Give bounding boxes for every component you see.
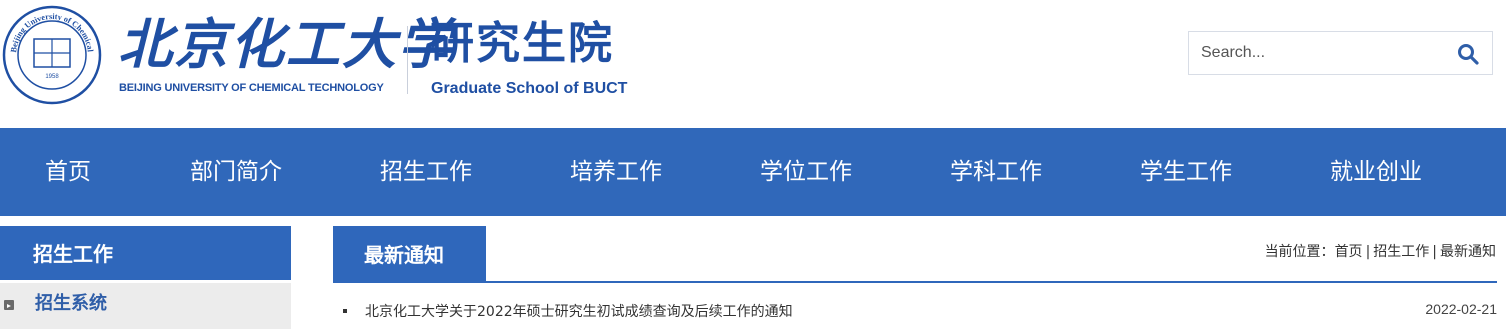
breadcrumb-prefix: 当前位置： [1264, 244, 1335, 260]
breadcrumb-separator: | [1365, 244, 1371, 260]
university-name-cn[interactable]: 北京化工大学 [118, 14, 454, 74]
search-icon [1458, 44, 1479, 65]
sidebar-item-admission-system[interactable]: 招生系统 [0, 283, 291, 329]
sidebar-title-text: 招生工作 [33, 242, 113, 266]
sidebar-title: 招生工作 [0, 226, 291, 280]
breadcrumb: 当前位置：首页 | 招生工作 | 最新通知 [1265, 241, 1496, 261]
search-box [1188, 31, 1493, 75]
search-button[interactable] [1456, 42, 1480, 66]
nav-item-degrees[interactable]: 学位工作 [760, 128, 852, 216]
nav-item-admissions[interactable]: 招生工作 [380, 128, 472, 216]
university-name-en: BEIJING UNIVERSITY OF CHEMICAL TECHNOLOG… [119, 82, 384, 94]
seal-year: 1958 [45, 74, 59, 80]
main-nav: 首页 部门简介 招生工作 培养工作 学位工作 学科工作 学生工作 就业创业 [0, 128, 1506, 216]
list-bullet-icon [343, 309, 347, 313]
section-tab: 最新通知 [333, 226, 486, 282]
nav-item-disciplines[interactable]: 学科工作 [950, 128, 1042, 216]
nav-item-training[interactable]: 培养工作 [570, 128, 662, 216]
section-divider [333, 281, 1497, 283]
brand-divider [407, 26, 408, 94]
nav-item-home[interactable]: 首页 [45, 128, 91, 216]
section-tab-label: 最新通知 [364, 243, 444, 267]
nav-item-students[interactable]: 学生工作 [1140, 128, 1232, 216]
university-seal-icon[interactable]: Beijing University of Chemical Technolog… [2, 5, 102, 105]
news-list-item: 北京化工大学关于2022年硕士研究生初试成绩查询及后续工作的通知 2022-02… [333, 296, 1497, 326]
school-name-en: Graduate School of BUCT [431, 80, 628, 97]
breadcrumb-separator: | [1432, 244, 1437, 260]
nav-item-employment[interactable]: 就业创业 [1330, 128, 1422, 216]
nav-item-about[interactable]: 部门简介 [190, 128, 282, 216]
breadcrumb-home[interactable]: 首页 [1335, 244, 1363, 260]
news-date: 2022-02-21 [1425, 301, 1497, 317]
expand-bullet-icon [4, 300, 14, 310]
news-title-link[interactable]: 北京化工大学关于2022年硕士研究生初试成绩查询及后续工作的通知 [365, 301, 793, 321]
breadcrumb-admissions[interactable]: 招生工作 [1373, 244, 1429, 260]
school-name-cn[interactable]: 研究生院 [430, 14, 614, 74]
search-input[interactable] [1201, 42, 1441, 64]
sidebar-item-label: 招生系统 [35, 293, 107, 314]
site-header: Beijing University of Chemical Technolog… [0, 0, 1506, 128]
breadcrumb-current[interactable]: 最新通知 [1440, 244, 1496, 260]
